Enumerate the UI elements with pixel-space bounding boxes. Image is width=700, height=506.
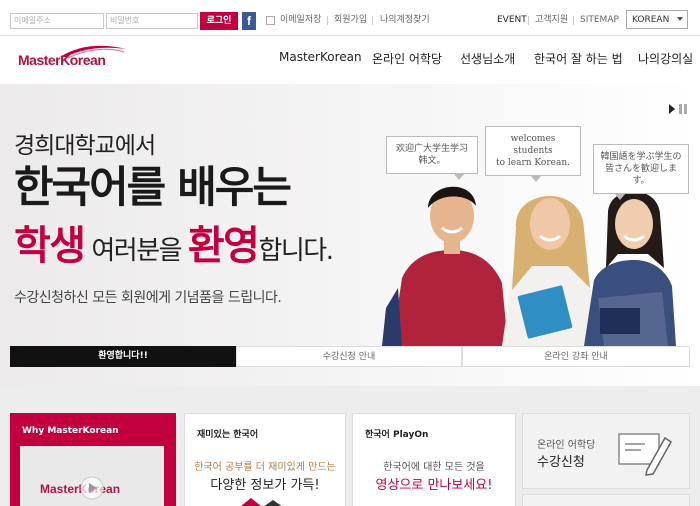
- bubble-text: 韩文。: [418, 156, 446, 166]
- chevron-down-icon: [677, 17, 683, 21]
- bubble-text: to learn Korean.: [496, 158, 570, 168]
- bubble-text: welcomes students: [510, 134, 556, 156]
- card-subtitle: 한국어에 대한 모든 것을: [383, 462, 485, 473]
- logo[interactable]: MasterKorean: [18, 43, 128, 73]
- hero-line3: 학생 여러분을 환영합니다.: [14, 218, 334, 282]
- page: 이메일주소 비밀번호 로그인 f 이메일저장 회원가입 나의계정찾기 EVENT…: [0, 0, 700, 506]
- password-input[interactable]: 비밀번호: [106, 13, 198, 29]
- bubble-tail: [530, 175, 542, 182]
- divider: [528, 16, 529, 25]
- card-fun-korean[interactable]: 재미있는 한국어 한국어 공부를 더 재미있게 만드는 다양한 정보가 가득!: [184, 413, 346, 506]
- card-why-masterkorean[interactable]: Why MasterKorean MasterKorean: [10, 413, 176, 506]
- language-select[interactable]: KOREAN: [626, 10, 688, 29]
- tab-enrollment-info[interactable]: 수강신청 안내: [236, 346, 462, 367]
- event-link[interactable]: EVENT: [497, 15, 527, 26]
- nav-item-teachers[interactable]: 선생님소개: [460, 50, 515, 67]
- divider: [372, 16, 373, 25]
- card-korean-playon[interactable]: 한국어 PlayOn 한국어에 대한 모든 것을 영상으로 만나보세요!: [352, 413, 516, 506]
- hero-line1: 경희대학교에서: [14, 133, 156, 159]
- enroll-title: 수강신청: [537, 455, 585, 470]
- video-thumbnail[interactable]: MasterKorean: [20, 446, 164, 506]
- speech-bubble-japanese: 韓国語を学ぶ学生の 皆さんを歓迎します。: [593, 144, 689, 200]
- card-title: 재미있는 한국어: [197, 430, 259, 440]
- divider: [573, 16, 574, 25]
- pause-icon[interactable]: [679, 104, 687, 114]
- hero-text: 여러분을: [84, 236, 188, 266]
- support-link[interactable]: 고객지원: [535, 15, 568, 26]
- logo-text: MasterKorean: [18, 52, 106, 68]
- card-subtitle: 한국어 공부를 더 재미있게 만드는: [194, 462, 336, 473]
- pages-illustration: [241, 498, 282, 506]
- divider: [327, 16, 328, 25]
- card-enrollment[interactable]: 온라인 어학당 수강신청: [522, 413, 690, 489]
- hero-highlight-welcome: 환영: [187, 223, 260, 269]
- email-input[interactable]: 이메일주소: [10, 13, 104, 29]
- bubble-text: 欢迎广大学生学习: [395, 144, 468, 154]
- speech-bubble-english: welcomes students to learn Korean.: [485, 126, 581, 182]
- hero-line2: 한국어를 배우는: [14, 163, 292, 213]
- play-icon[interactable]: [80, 476, 104, 500]
- play-icon[interactable]: [669, 104, 675, 114]
- top-utility-bar: 이메일주소 비밀번호 로그인 f 이메일저장 회원가입 나의계정찾기 EVENT…: [0, 0, 700, 36]
- card-placeholder: [522, 494, 690, 506]
- login-button[interactable]: 로그인: [200, 12, 238, 30]
- tab-online-course-info[interactable]: 온라인 강좌 안내: [462, 346, 690, 367]
- hero-line4: 수강신청하신 모든 회원에게 기념품을 드립니다.: [14, 290, 282, 306]
- save-email-label: 이메일저장: [280, 15, 322, 25]
- language-selected: KOREAN: [632, 15, 670, 25]
- bubble-text: 韓国語を学ぶ学生の: [600, 152, 682, 162]
- tab-welcome[interactable]: 환영합니다!!: [10, 346, 236, 367]
- save-email-checkbox[interactable]: [266, 16, 275, 25]
- hero-highlight-student: 학생: [14, 223, 86, 269]
- bubble-tail: [614, 193, 626, 200]
- signup-link[interactable]: 회원가입: [334, 15, 367, 26]
- students-photo: [382, 186, 676, 346]
- hero-text: 합니다.: [258, 236, 334, 266]
- find-account-link[interactable]: 나의계정찾기: [380, 15, 430, 26]
- nav-item-online-school[interactable]: 온라인 어학당: [372, 50, 442, 67]
- enroll-subtitle: 온라인 어학당: [537, 440, 596, 451]
- nav-item-masterkorean[interactable]: MasterKorean: [279, 50, 362, 64]
- slider-controls: [668, 99, 688, 118]
- nav-item-how-to[interactable]: 한국어 잘 하는 법: [534, 50, 623, 67]
- card-headline: 영상으로 만나보세요!: [375, 478, 493, 493]
- speech-bubble-chinese: 欢迎广大学生学习 韩文。: [386, 136, 478, 180]
- bubble-text: 皆さんを歓迎します。: [604, 164, 677, 186]
- pencil-document-icon: [618, 433, 672, 476]
- bubble-tail: [453, 173, 465, 180]
- sitemap-link[interactable]: SITEMAP: [580, 15, 619, 26]
- card-title: 한국어 PlayOn: [365, 430, 429, 440]
- facebook-icon[interactable]: f: [242, 12, 256, 30]
- nav-item-my-classroom[interactable]: 나의강의실: [638, 50, 693, 67]
- card-headline: 다양한 정보가 가득!: [210, 478, 320, 493]
- card-title: Why MasterKorean: [22, 426, 119, 436]
